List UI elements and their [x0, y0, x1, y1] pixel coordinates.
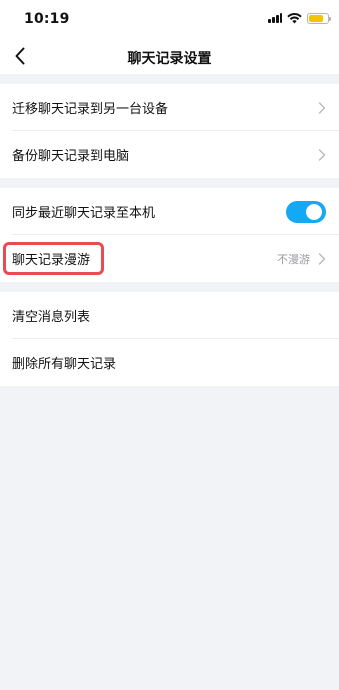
section-gap	[0, 178, 339, 188]
row-label: 聊天记录漫游	[12, 253, 91, 268]
settings-group-transfer: 迁移聊天记录到另一台设备 备份聊天记录到电脑	[0, 84, 339, 178]
row-label: 迁移聊天记录到另一台设备	[12, 102, 169, 117]
section-gap	[0, 282, 339, 292]
sync-recent-history-row: 同步最近聊天记录至本机	[0, 188, 339, 235]
chevron-right-icon	[318, 148, 326, 161]
settings-group-clear: 清空消息列表 删除所有聊天记录	[0, 292, 339, 386]
section-gap	[0, 74, 339, 84]
chevron-right-icon	[318, 252, 326, 265]
wifi-icon	[287, 12, 302, 24]
row-label: 清空消息列表	[12, 310, 91, 325]
navigation-bar: 聊天记录设置	[0, 40, 339, 74]
roaming-status-value: 不漫游	[277, 252, 310, 266]
toggle-knob	[306, 203, 322, 220]
backup-to-computer-row[interactable]: 备份聊天记录到电脑	[0, 131, 339, 178]
status-bar: 10:19	[0, 0, 339, 40]
sync-toggle[interactable]	[286, 200, 326, 223]
row-label: 备份聊天记录到电脑	[12, 149, 130, 164]
battery-level	[309, 14, 323, 22]
chat-roaming-row[interactable]: 聊天记录漫游 不漫游	[0, 235, 339, 282]
delete-all-history-row[interactable]: 删除所有聊天记录	[0, 339, 339, 386]
status-icons	[268, 12, 331, 24]
page-title: 聊天记录设置	[127, 51, 212, 67]
battery-icon	[307, 12, 331, 24]
clear-message-list-row[interactable]: 清空消息列表	[0, 292, 339, 339]
chevron-right-icon	[318, 101, 326, 114]
settings-group-sync: 同步最近聊天记录至本机 聊天记录漫游 不漫游	[0, 188, 339, 282]
row-label: 删除所有聊天记录	[12, 357, 117, 372]
signal-icon	[268, 13, 282, 23]
migrate-chat-history-row[interactable]: 迁移聊天记录到另一台设备	[0, 84, 339, 131]
row-label: 同步最近聊天记录至本机	[12, 206, 156, 221]
status-time: 10:19	[24, 11, 70, 27]
